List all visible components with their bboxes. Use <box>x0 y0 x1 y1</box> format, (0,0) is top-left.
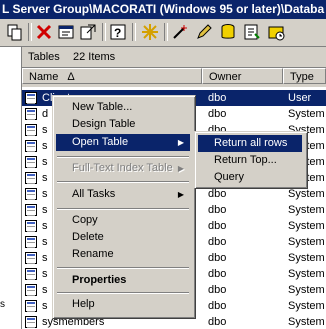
open-table-submenu: Return all rows Return Top... Query <box>194 131 308 189</box>
column-header-row: Name Δ Owner Type <box>22 68 326 86</box>
menu-separator <box>57 292 189 294</box>
toolbar-separator <box>102 23 106 41</box>
menu-item-rename[interactable]: Rename <box>56 246 190 263</box>
window-title: L Server Group\MACORATI (Windows 95 or l… <box>2 2 325 16</box>
menu-item-return-all-rows[interactable]: Return all rows <box>198 135 302 152</box>
table-icon <box>25 300 37 312</box>
sort-ascending-icon: Δ <box>67 71 75 83</box>
properties-icon[interactable] <box>56 22 76 42</box>
menu-separator <box>57 181 189 183</box>
menu-item-query[interactable]: Query <box>198 169 302 186</box>
context-menu: New Table... Design Table Open Table ▶ Fu… <box>52 95 196 319</box>
window-title-bar[interactable]: L Server Group\MACORATI (Windows 95 or l… <box>0 0 326 19</box>
menu-item-properties[interactable]: Properties <box>56 272 190 289</box>
item-count: 22 Items <box>73 51 116 63</box>
menu-separator <box>57 208 189 210</box>
tree-item-label: s <box>0 299 5 310</box>
toolbar-separator <box>132 23 136 41</box>
database-icon[interactable] <box>218 22 238 42</box>
export-icon[interactable] <box>78 22 98 42</box>
schedule-icon[interactable] <box>266 22 286 42</box>
table-icon <box>25 268 37 280</box>
column-type-label: Type <box>290 71 314 83</box>
tables-title: Tables <box>28 51 60 63</box>
menu-item-design-table[interactable]: Design Table <box>56 116 190 133</box>
tree-pane[interactable]: s <box>0 47 22 329</box>
edit-icon[interactable] <box>194 22 214 42</box>
table-icon <box>25 204 37 216</box>
menu-item-all-tasks[interactable]: All Tasks ▶ <box>56 186 190 203</box>
menu-item-return-top[interactable]: Return Top... <box>198 152 302 169</box>
wizard-icon[interactable] <box>170 22 190 42</box>
toolbar-separator <box>28 23 32 41</box>
table-icon <box>25 220 37 232</box>
table-icon <box>25 140 37 152</box>
toolbar-separator <box>164 23 168 41</box>
submenu-arrow-icon: ▶ <box>177 164 184 173</box>
menu-separator <box>57 267 189 269</box>
column-owner-label: Owner <box>209 71 242 83</box>
new-icon[interactable] <box>140 22 160 42</box>
column-header-name[interactable]: Name Δ <box>22 68 202 84</box>
column-header-owner[interactable]: Owner <box>202 68 283 84</box>
menu-item-full-text-index: Full-Text Index Table ▶ <box>56 160 190 177</box>
copy-icon[interactable] <box>4 22 24 42</box>
table-icon <box>25 124 37 136</box>
toolbar: ? <box>0 19 326 47</box>
menu-item-help[interactable]: Help <box>56 296 190 313</box>
table-icon <box>25 92 37 104</box>
column-name-label: Name <box>29 71 59 83</box>
delete-icon[interactable] <box>34 22 54 42</box>
menu-item-delete[interactable]: Delete <box>56 229 190 246</box>
submenu-arrow-icon: ▶ <box>177 190 184 199</box>
submenu-arrow-icon: ▶ <box>177 138 184 147</box>
column-header-type[interactable]: Type <box>283 68 326 84</box>
menu-separator <box>57 156 189 158</box>
query-icon[interactable] <box>242 22 262 42</box>
table-icon <box>25 156 37 168</box>
table-icon <box>25 172 37 184</box>
table-icon <box>25 284 37 296</box>
table-icon <box>25 252 37 264</box>
table-icon <box>25 316 37 328</box>
help-icon[interactable]: ? <box>108 22 128 42</box>
tables-header-bar: Tables 22 Items <box>22 48 326 68</box>
svg-text:?: ? <box>114 26 121 40</box>
menu-item-copy[interactable]: Copy <box>56 212 190 229</box>
table-icon <box>25 236 37 248</box>
menu-item-open-table[interactable]: Open Table ▶ <box>56 134 190 151</box>
table-icon <box>25 108 37 120</box>
menu-item-new-table[interactable]: New Table... <box>56 99 190 116</box>
table-icon <box>25 188 37 200</box>
